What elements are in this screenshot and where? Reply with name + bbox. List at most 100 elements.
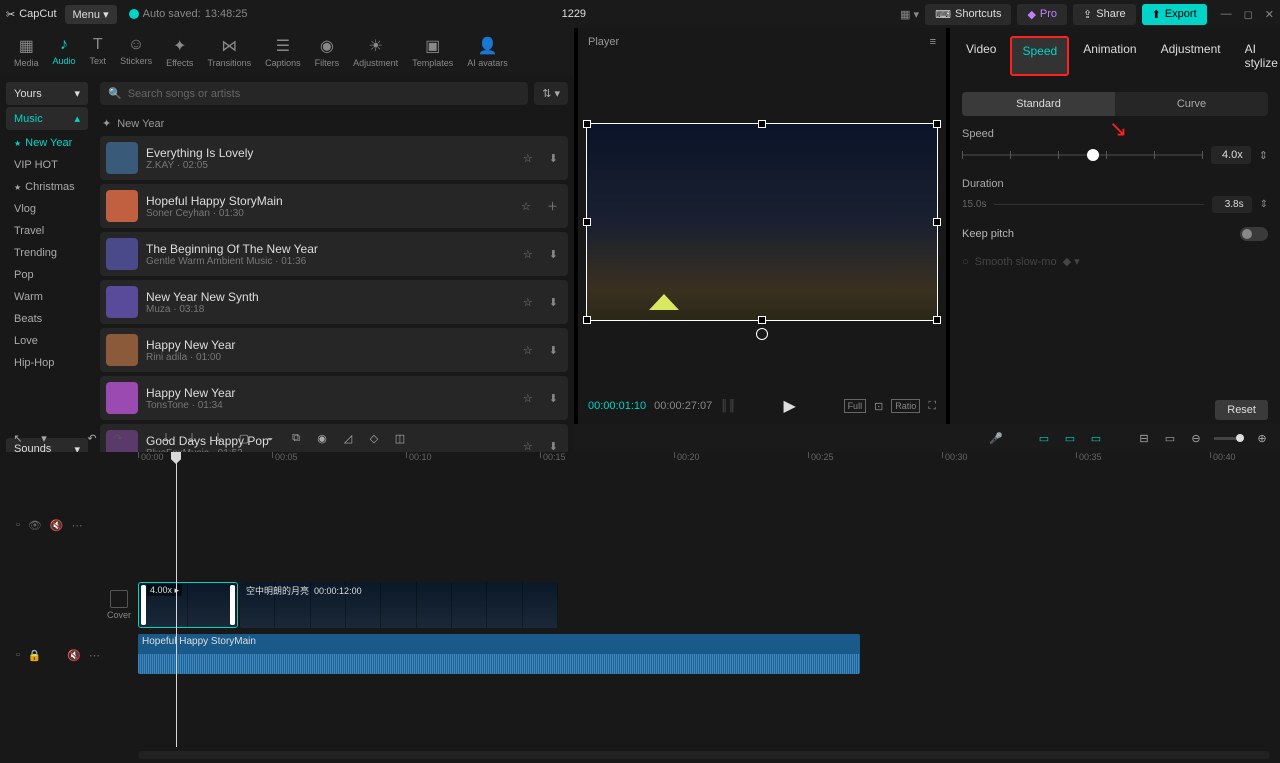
ratio-button[interactable]: Ratio [891, 399, 920, 413]
speed-stepper[interactable]: ⇕ [1259, 149, 1268, 162]
timeline-ruler[interactable]: 00:0000:0500:1000:1500:2000:2500:3000:35… [138, 452, 1280, 470]
inspector-tab-adjustment[interactable]: Adjustment [1151, 36, 1231, 76]
download-icon[interactable]: ＋ [543, 198, 562, 214]
mute-icon[interactable]: 🔇 [67, 649, 81, 662]
copy-icon[interactable]: ⧉ [288, 432, 304, 445]
tool-tab-ai avatars[interactable]: 👤AI avatars [461, 32, 514, 72]
sidebar-item-love[interactable]: Love [6, 330, 88, 352]
speed-slider[interactable] [962, 154, 1203, 156]
download-icon[interactable]: ⬇ [545, 248, 562, 261]
sidebar-item-new-year[interactable]: ★New Year [6, 132, 88, 154]
full-button[interactable]: Full [844, 399, 867, 413]
track-item[interactable]: The Beginning Of The New YearGentle Warm… [100, 232, 568, 276]
marker-icon[interactable]: ◒ [262, 432, 278, 444]
tool-tab-media[interactable]: ▦Media [8, 32, 45, 72]
sidebar-item-beats[interactable]: Beats [6, 308, 88, 330]
sidebar-item-warm[interactable]: Warm [6, 286, 88, 308]
audio-clip[interactable]: Hopeful Happy StoryMain [138, 634, 860, 674]
tool-tab-templates[interactable]: ▣Templates [406, 32, 459, 72]
download-icon[interactable]: ⬇ [545, 392, 562, 405]
preview-icon[interactable]: ▭ [1162, 432, 1178, 445]
duration-stepper[interactable]: ⇕ [1260, 199, 1268, 210]
more-icon[interactable]: ⋯ [89, 649, 100, 662]
crop-icon[interactable]: ◫ [392, 432, 408, 445]
resize-handle[interactable] [933, 316, 941, 324]
tool-tab-filters[interactable]: ◉Filters [309, 32, 346, 72]
reset-button[interactable]: Reset [1215, 400, 1268, 420]
seg-curve[interactable]: Curve [1115, 92, 1268, 116]
inspector-tab-ai-stylize[interactable]: AI stylize [1235, 36, 1280, 76]
download-icon[interactable]: ⬇ [545, 152, 562, 165]
clip-handle-right[interactable] [230, 585, 235, 625]
inspector-tab-video[interactable]: Video [956, 36, 1006, 76]
rotate-handle[interactable] [756, 328, 768, 340]
seg-standard[interactable]: Standard [962, 92, 1115, 116]
keep-pitch-toggle[interactable] [1240, 227, 1268, 241]
redo-icon[interactable]: ↷ [110, 432, 126, 445]
reverse-icon[interactable]: ◉ [314, 432, 330, 445]
resize-handle[interactable] [758, 316, 766, 324]
filter-button[interactable]: ⇅ ▾ [534, 82, 568, 105]
split-icon[interactable]: ⟘ [158, 432, 174, 445]
favorite-icon[interactable]: ☆ [519, 248, 537, 261]
sidebar-item-vip-hot[interactable]: VIP HOT [6, 154, 88, 176]
timeline-scrollbar[interactable] [138, 751, 1270, 759]
select-dropdown-icon[interactable]: ▾ [36, 432, 52, 445]
zoom-in-icon[interactable]: ⊕ [1254, 432, 1270, 445]
sidebar-item-travel[interactable]: Travel [6, 220, 88, 242]
tool-tab-transitions[interactable]: ⋈Transitions [201, 32, 257, 72]
minimize-icon[interactable]: — [1221, 8, 1232, 21]
lock-icon[interactable]: ▫ [16, 649, 20, 661]
cover-button[interactable]: Cover [104, 590, 134, 620]
lock2-icon[interactable]: 🔒 [28, 649, 42, 662]
favorite-icon[interactable]: ☆ [517, 200, 535, 213]
align-icon[interactable]: ⊟ [1136, 432, 1152, 445]
slider-thumb[interactable] [1087, 149, 1099, 161]
track-item[interactable]: Happy New YearRini adila · 01:00☆⬇ [100, 328, 568, 372]
favorite-icon[interactable]: ☆ [519, 296, 537, 309]
favorite-icon[interactable]: ☆ [519, 392, 537, 405]
resize-handle[interactable] [933, 218, 941, 226]
speed-value[interactable]: 4.0x [1211, 146, 1251, 164]
resize-handle[interactable] [583, 316, 591, 324]
select-tool-icon[interactable]: ↖ [10, 432, 26, 445]
mute-icon[interactable]: 🔇 [50, 519, 64, 532]
export-button[interactable]: ⬆ Export [1142, 4, 1207, 25]
clip-handle-left[interactable] [141, 585, 146, 625]
download-icon[interactable]: ⬇ [545, 344, 562, 357]
more-icon[interactable]: ⋯ [72, 519, 83, 532]
rotate-icon[interactable]: ◇ [366, 432, 382, 445]
layout-icon[interactable]: ▦ ▾ [900, 8, 919, 21]
video-preview[interactable] [586, 123, 938, 321]
playhead[interactable] [176, 452, 177, 747]
tool-tab-audio[interactable]: ♪Audio [47, 32, 82, 72]
sidebar-item-pop[interactable]: Pop [6, 264, 88, 286]
favorite-icon[interactable]: ☆ [519, 344, 537, 357]
tool-tab-captions[interactable]: ☰Captions [259, 32, 307, 72]
tool-tab-stickers[interactable]: ☺Stickers [114, 32, 158, 72]
favorite-icon[interactable]: ☆ [519, 152, 537, 165]
lock-icon[interactable]: ▫ [16, 519, 20, 531]
resize-handle[interactable] [583, 218, 591, 226]
timeline[interactable]: 00:0000:0500:1000:1500:2000:2500:3000:35… [0, 452, 1280, 763]
duration-value[interactable]: 3.8s [1212, 196, 1252, 213]
search-input[interactable]: 🔍Search songs or artists [100, 82, 528, 105]
sidebar-music-accordion[interactable]: Music▴ [6, 107, 88, 130]
sidebar-item-hip-hop[interactable]: Hip-Hop [6, 352, 88, 374]
track-item[interactable]: Happy New YearTonsTone · 01:34☆⬇ [100, 376, 568, 420]
shortcuts-button[interactable]: ⌨ Shortcuts [925, 4, 1011, 25]
mirror-icon[interactable]: ◿ [340, 432, 356, 445]
resize-handle[interactable] [758, 120, 766, 128]
split-right-icon[interactable]: ⟘ [210, 432, 226, 445]
maximize-icon[interactable]: ◻ [1244, 8, 1253, 21]
download-icon[interactable]: ⬇ [545, 440, 562, 453]
sidebar-item-vlog[interactable]: Vlog [6, 198, 88, 220]
sidebar-yours[interactable]: Yours▾ [6, 82, 88, 105]
pro-button[interactable]: ◆ Pro [1017, 4, 1067, 25]
mic-icon[interactable]: 🎤 [988, 432, 1004, 445]
track-item[interactable]: Everything Is LovelyZ.KAY · 02:05☆⬇ [100, 136, 568, 180]
speed-mode-segment[interactable]: Standard Curve [962, 92, 1268, 116]
resize-handle[interactable] [933, 120, 941, 128]
download-icon[interactable]: ⬇ [545, 296, 562, 309]
video-clip[interactable]: 空中明朗的月亮 00:00:12:00 [240, 582, 558, 628]
